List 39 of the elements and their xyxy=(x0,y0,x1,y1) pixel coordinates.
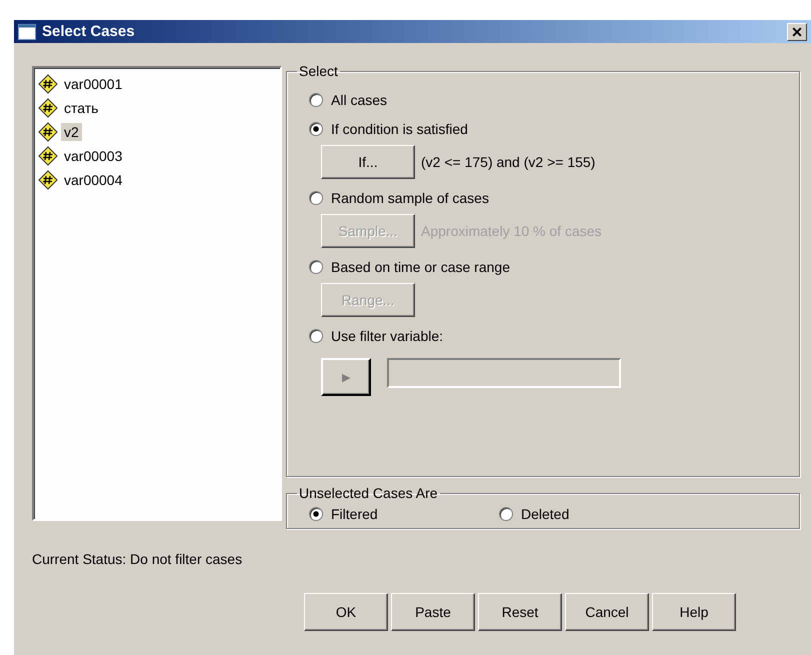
numeric-variable-icon xyxy=(38,74,58,94)
radio-button[interactable] xyxy=(309,92,323,106)
radio-label: Use filter variable: xyxy=(331,328,444,344)
radio-button[interactable] xyxy=(309,190,323,204)
window-icon xyxy=(18,24,36,40)
variable-item[interactable]: v2 xyxy=(61,123,82,141)
group-title: Unselected Cases Are xyxy=(298,485,439,501)
dialog-button[interactable]: Cancel xyxy=(565,593,649,631)
variable-item[interactable]: var00003 xyxy=(61,147,126,165)
variable-item[interactable]: var00001 xyxy=(61,75,126,93)
radio-label: Based on time or case range xyxy=(331,258,510,274)
dialog-button[interactable]: Help xyxy=(652,593,736,631)
option-button[interactable]: If... xyxy=(321,145,415,179)
radio-button[interactable] xyxy=(309,328,323,342)
radio-button[interactable] xyxy=(309,122,323,136)
close-button[interactable]: × xyxy=(787,22,807,40)
radio-label: If condition is satisfied xyxy=(331,120,468,136)
condition-text: (v2 <= 175) and (v2 >= 155) xyxy=(421,154,596,170)
radio-label: All cases xyxy=(331,92,388,108)
radio-label: Random sample of cases xyxy=(331,190,489,206)
numeric-variable-icon xyxy=(38,170,58,190)
variable-list[interactable]: var00001 стать v2 var00003 var00004 xyxy=(32,66,282,521)
numeric-variable-icon xyxy=(38,122,58,142)
dialog-button[interactable]: Paste xyxy=(391,593,475,631)
group-title: Select xyxy=(298,63,339,79)
radio-label: Filtered xyxy=(331,506,378,522)
variable-item[interactable]: var00004 xyxy=(61,171,126,189)
variable-item[interactable]: стать xyxy=(61,99,102,117)
numeric-variable-icon xyxy=(38,146,58,166)
dialog-button[interactable]: Reset xyxy=(478,593,562,631)
dialog-button[interactable]: OK xyxy=(304,593,388,631)
window-title: Select Cases xyxy=(42,23,136,40)
radio-button[interactable] xyxy=(309,260,323,274)
radio-button[interactable] xyxy=(499,507,513,521)
status-text: Current Status: Do not filter cases xyxy=(32,551,244,567)
numeric-variable-icon xyxy=(38,98,58,118)
radio-button[interactable] xyxy=(309,507,323,521)
radio-label: Deleted xyxy=(521,506,570,522)
filter-variable-field[interactable] xyxy=(387,358,621,388)
